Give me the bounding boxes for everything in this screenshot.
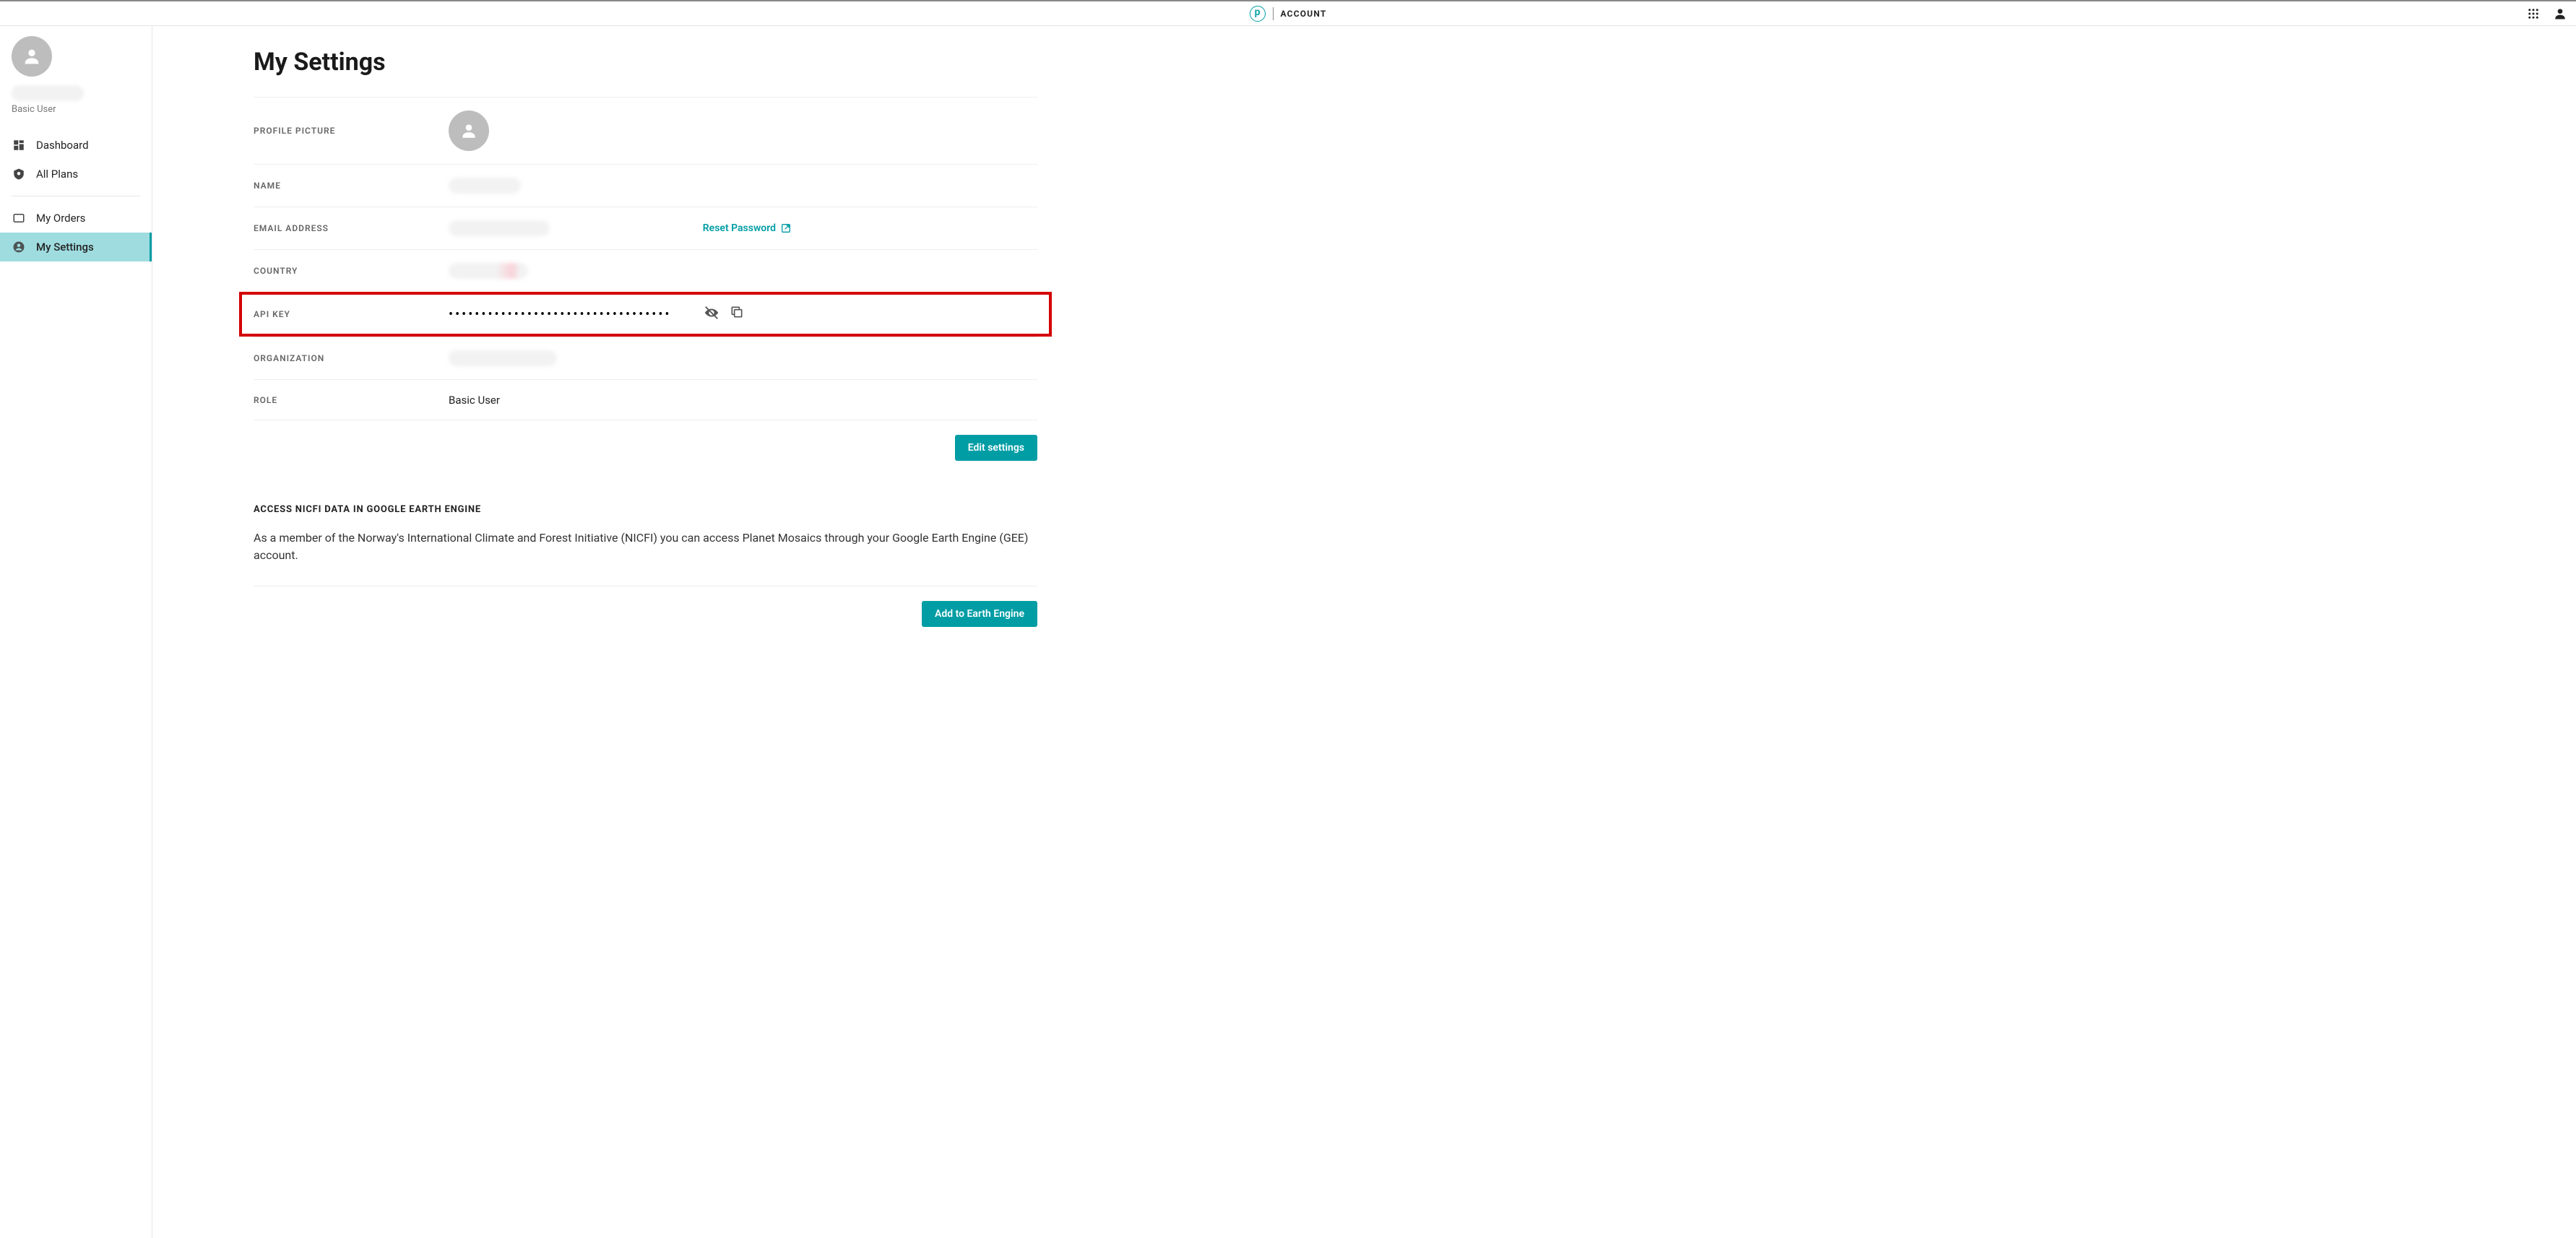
field-label: Organization <box>254 353 449 363</box>
visibility-off-icon[interactable] <box>704 305 719 324</box>
field-profile-picture: Profile Picture <box>254 97 1037 164</box>
nicfi-button-row: Add to Earth Engine <box>254 586 1037 627</box>
field-label: API Key <box>254 309 449 319</box>
name-value-redacted <box>449 178 521 194</box>
field-name: Name <box>254 164 1037 207</box>
field-organization: Organization <box>254 337 1037 379</box>
topbar: p ACCOUNT <box>0 0 2576 26</box>
organization-value-redacted <box>449 350 557 366</box>
sidebar-username-redacted <box>12 85 84 101</box>
field-email: Email Address Reset Password <box>254 207 1037 249</box>
edit-settings-row: Edit settings <box>254 420 1037 461</box>
sidebar-header: Basic User <box>0 36 152 124</box>
user-account-icon[interactable] <box>2553 7 2567 21</box>
copy-icon[interactable] <box>730 305 744 324</box>
nicfi-body: As a member of the Norway's Internationa… <box>254 529 1037 564</box>
page-title: My Settings <box>254 48 1037 77</box>
sidebar-user-plan: Basic User <box>12 104 140 115</box>
field-role: Role Basic User <box>254 379 1037 420</box>
main-content: My Settings Profile Picture Name Email A… <box>152 26 2576 1238</box>
dashboard-icon <box>12 138 26 152</box>
settings-user-icon <box>12 240 26 254</box>
sidebar-item-my-orders[interactable]: My Orders <box>0 204 152 233</box>
field-label: Role <box>254 395 449 405</box>
sidebar-avatar <box>12 36 52 77</box>
sidebar-item-label: Dashboard <box>36 139 89 152</box>
role-value: Basic User <box>449 394 500 407</box>
field-label: Country <box>254 266 449 276</box>
plans-icon <box>12 167 26 181</box>
reset-password-label: Reset Password <box>703 222 776 234</box>
field-country: Country <box>254 249 1037 292</box>
reset-password-link[interactable]: Reset Password <box>703 222 792 234</box>
brand-logo-icon: p <box>1250 6 1266 22</box>
email-value-redacted <box>449 220 550 236</box>
sidebar-item-my-settings[interactable]: My Settings <box>0 233 152 261</box>
topbar-title: ACCOUNT <box>1281 9 1327 19</box>
field-label: Email Address <box>254 223 449 233</box>
sidebar-item-label: My Settings <box>36 241 94 254</box>
sidebar-item-label: My Orders <box>36 212 85 225</box>
sidebar-nav: Dashboard All Plans My Orders My Setting <box>0 131 152 261</box>
sidebar-item-label: All Plans <box>36 168 78 181</box>
field-api-key: API Key ••••••••••••••••••••••••••••••••… <box>239 292 1052 337</box>
topbar-divider <box>1273 7 1274 20</box>
orders-icon <box>12 211 26 225</box>
nicfi-heading: Access NICFI Data in Google Earth Engine <box>254 504 1037 515</box>
external-link-icon <box>780 222 792 234</box>
sidebar-item-all-plans[interactable]: All Plans <box>0 160 152 189</box>
sidebar: Basic User Dashboard All Plans My Ord <box>0 26 152 1238</box>
topbar-brand[interactable]: p ACCOUNT <box>1250 6 1327 22</box>
add-to-earth-engine-button[interactable]: Add to Earth Engine <box>922 601 1037 627</box>
edit-settings-button[interactable]: Edit settings <box>955 435 1037 461</box>
country-value-redacted <box>449 263 528 279</box>
field-label: Profile Picture <box>254 126 449 136</box>
api-key-masked-value: •••••••••••••••••••••••••••••••••• <box>449 307 672 322</box>
apps-menu-icon[interactable] <box>2527 7 2540 20</box>
field-label: Name <box>254 181 449 191</box>
sidebar-item-dashboard[interactable]: Dashboard <box>0 131 152 160</box>
profile-avatar <box>449 111 489 151</box>
